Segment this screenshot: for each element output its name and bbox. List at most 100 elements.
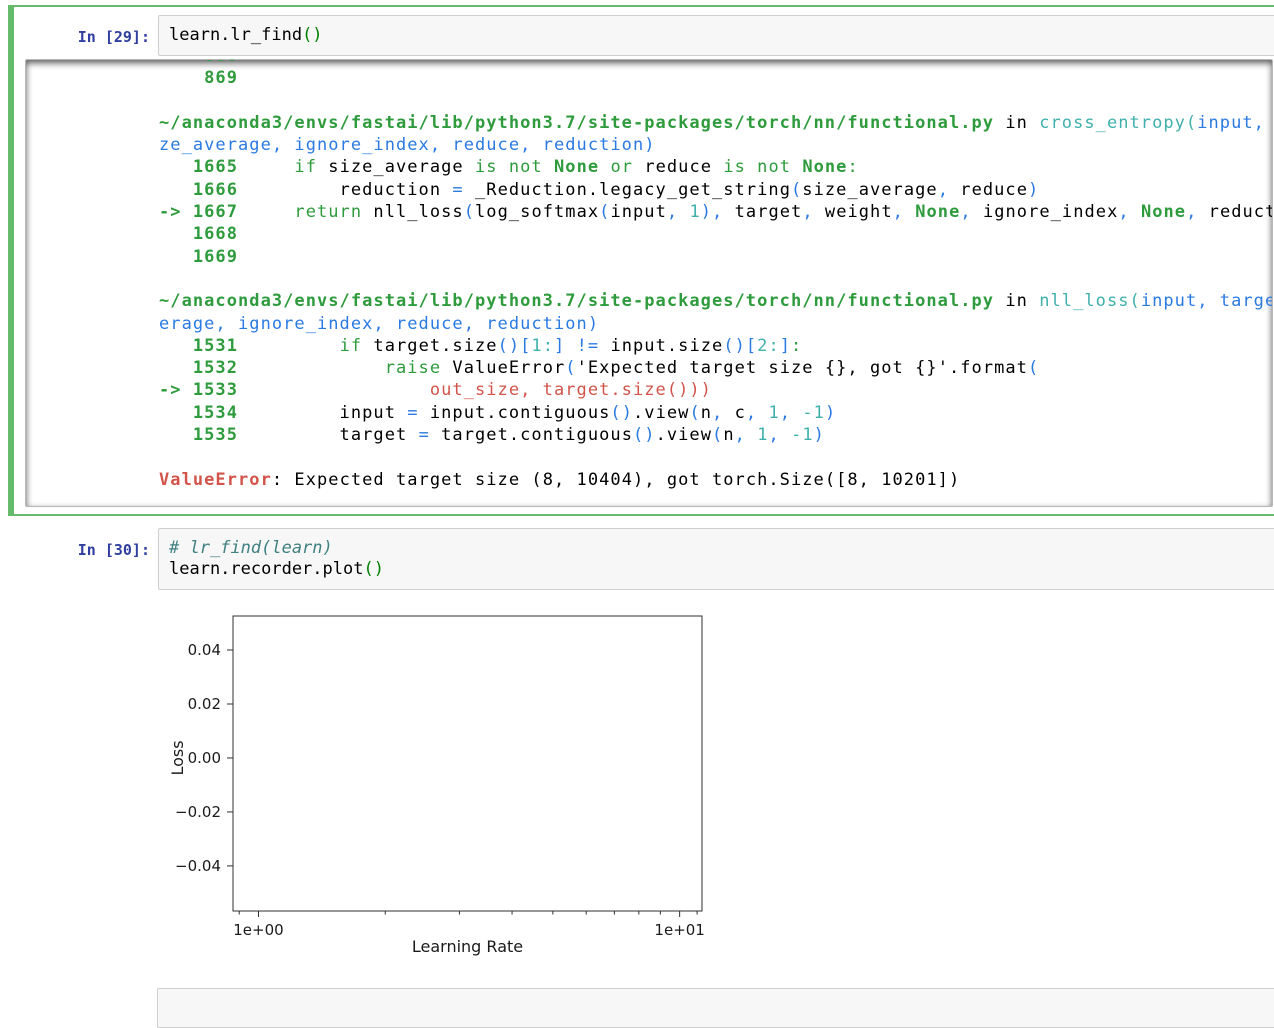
- code-token: (: [1028, 358, 1039, 378]
- y-tick-label: −0.04: [175, 857, 221, 875]
- code-token: [249, 358, 384, 378]
- code-token: 1: [689, 202, 700, 222]
- code-token: (): [302, 25, 322, 45]
- code-token: ,: [893, 202, 916, 222]
- code-token: (): [363, 559, 383, 579]
- traceback-line: 1669: [159, 246, 1272, 268]
- code-token: ,: [802, 202, 825, 222]
- code-token: input.contiguous: [419, 403, 611, 423]
- code-token: # lr_find(learn): [169, 538, 333, 558]
- traceback-line: -> 1533 out_size, target.size())): [159, 379, 1272, 401]
- code-token: [565, 336, 576, 356]
- code-token: n: [723, 425, 734, 445]
- code-editor-29[interactable]: learn.lr_find(): [158, 15, 1274, 56]
- code-token: 1532: [159, 358, 249, 378]
- code-token: None: [802, 157, 847, 177]
- code-token: ,: [1118, 202, 1141, 222]
- lr-loss-chart: 0.040.020.00−0.02−0.041e+001e+01LossLear…: [157, 605, 737, 965]
- code-token: ): [814, 425, 825, 445]
- code-token: return: [294, 202, 362, 222]
- traceback-line: ~/anaconda3/envs/fastai/lib/python3.7/si…: [159, 112, 1272, 134]
- code-editor-30[interactable]: # lr_find(learn)learn.recorder.plot(): [158, 528, 1274, 590]
- code-token: reduce: [949, 180, 1028, 200]
- code-token: input.size: [599, 336, 723, 356]
- traceback-line: ValueError: Expected target size (8, 104…: [159, 469, 1272, 491]
- code-token: (: [712, 425, 723, 445]
- code-token: :: [791, 336, 802, 356]
- code-token: (: [565, 358, 576, 378]
- y-tick-label: −0.02: [175, 803, 221, 821]
- code-token: None: [554, 157, 599, 177]
- code-token: ValueError: [441, 358, 565, 378]
- code-token: None: [1141, 202, 1186, 222]
- code-token: input: [610, 202, 666, 222]
- code-token: ~/anaconda3/envs/fastai/lib/python3.7/si…: [159, 291, 994, 311]
- code-token: target: [249, 425, 418, 445]
- code-token: (): [610, 403, 633, 423]
- code-token: 868: [159, 59, 238, 66]
- code-token: 1:: [531, 336, 554, 356]
- traceback-line: 1666 reduction = _Reduction.legacy_get_s…: [159, 179, 1272, 201]
- code-token: is not: [723, 157, 791, 177]
- code-token: 869: [159, 68, 238, 88]
- code-token: [249, 336, 339, 356]
- traceback-line: 1668: [159, 223, 1272, 245]
- code-token: (: [791, 180, 802, 200]
- code-token: ,: [960, 202, 983, 222]
- code-token: 1534: [159, 403, 249, 423]
- code-cell-29: In [29]: learn.lr_find() 868 869 ~/anaco…: [8, 5, 1274, 516]
- code-token: target: [735, 202, 803, 222]
- code-token: in: [994, 113, 1039, 133]
- code-token: ): [825, 403, 836, 423]
- code-token: 'Expected target size {}, got {}'.format: [577, 358, 1028, 378]
- traceback-line: 1531 if target.size()[1:] != input.size(…: [159, 335, 1272, 357]
- traceback-line: -> 1667 return nll_loss(log_softmax(inpu…: [159, 201, 1272, 223]
- code-token: ,: [735, 425, 746, 445]
- code-token: 1669: [159, 247, 238, 267]
- code-token: _Reduction.legacy_get_string: [464, 180, 791, 200]
- x-tick-label: 1e+01: [654, 921, 704, 939]
- code-token: ),: [701, 202, 735, 222]
- x-axis-label: Learning Rate: [412, 937, 523, 956]
- code-token: nll_loss: [362, 202, 464, 222]
- code-line: learn.recorder.plot(): [169, 559, 1274, 580]
- code-token: size_average: [802, 180, 937, 200]
- code-token: ,: [1186, 202, 1209, 222]
- code-token: erage, ignore_index, reduce, reduction): [159, 314, 599, 334]
- code-token: ,: [768, 425, 779, 445]
- code-token: 1535: [159, 425, 249, 445]
- code-token: : Expected target size (8, 10404), got t…: [272, 470, 960, 490]
- code-token: ignore_index: [983, 202, 1118, 222]
- code-token: [249, 157, 294, 177]
- code-token: (: [599, 202, 610, 222]
- y-tick-label: 0.02: [188, 695, 221, 713]
- plot-frame: [233, 616, 702, 911]
- code-token: =: [452, 180, 463, 200]
- y-tick-label: 0.00: [188, 749, 221, 767]
- code-token: (: [689, 403, 700, 423]
- code-token: ValueError: [159, 470, 272, 490]
- output-area-29[interactable]: 868 869 ~/anaconda3/envs/fastai/lib/pyth…: [25, 59, 1273, 507]
- traceback-line: [159, 268, 1272, 290]
- code-token: target.contiguous: [430, 425, 633, 445]
- code-token: input, target, weight, size_av: [1141, 291, 1273, 311]
- code-token: ]: [554, 336, 565, 356]
- code-token: -1: [780, 425, 814, 445]
- code-token: 1668: [159, 224, 238, 244]
- code-token: input: [249, 403, 407, 423]
- traceback-line: 869: [159, 67, 1272, 89]
- code-token: ze_average, ignore_index, reduce, reduct…: [159, 135, 656, 155]
- code-token: raise: [385, 358, 441, 378]
- code-token: reduce: [633, 157, 723, 177]
- code-token: .view: [633, 403, 689, 423]
- code-token: cross_entropy(: [1039, 113, 1197, 133]
- code-token: 1: [746, 425, 769, 445]
- code-token: =: [419, 425, 430, 445]
- next-cell-editor[interactable]: [157, 988, 1274, 1028]
- y-tick-label: 0.04: [188, 641, 221, 659]
- y-axis-label: Loss: [168, 740, 187, 775]
- code-token: -> 1533: [159, 380, 249, 400]
- code-token: nll_loss(: [1039, 291, 1141, 311]
- code-token: -1: [791, 403, 825, 423]
- traceback-line: [159, 90, 1272, 112]
